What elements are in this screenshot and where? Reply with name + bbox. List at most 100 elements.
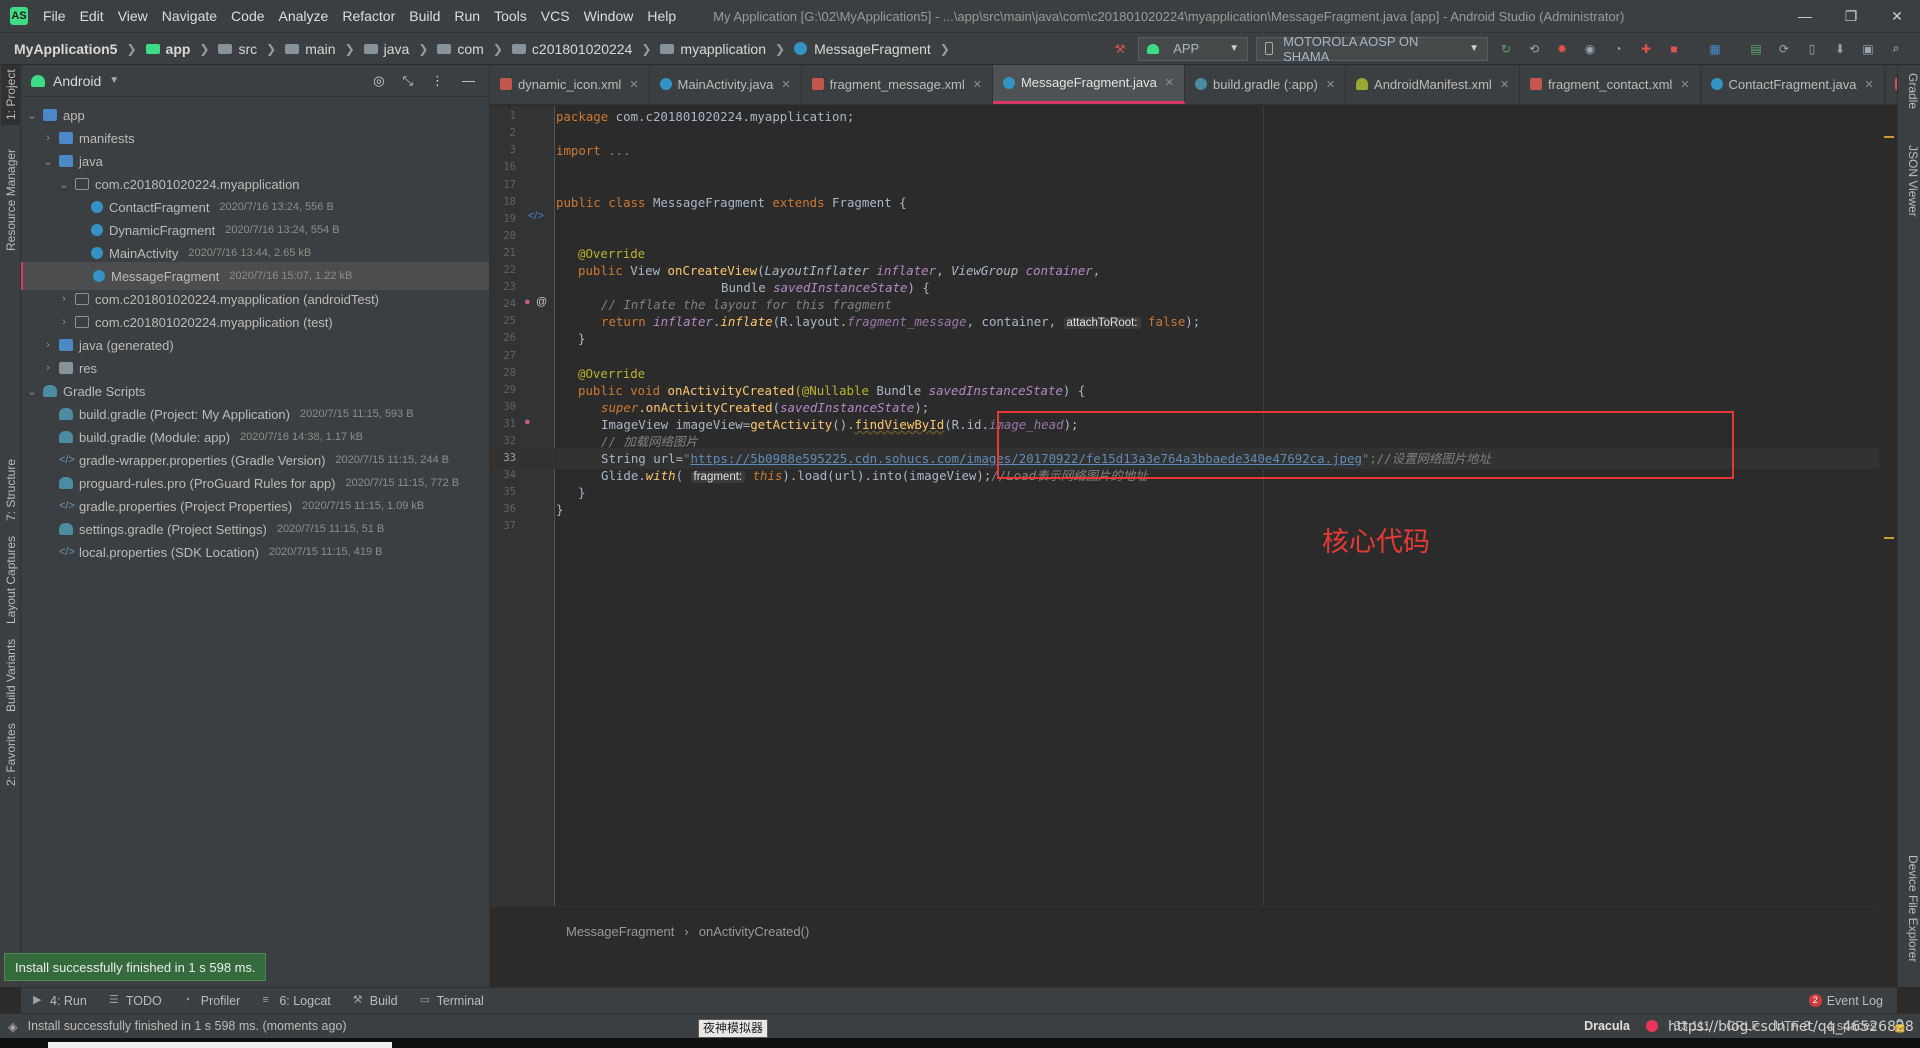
breadcrumb-item[interactable]: main ❯ <box>285 41 363 57</box>
menu-run[interactable]: Run <box>447 0 487 32</box>
layout-captures-tab[interactable]: Layout Captures <box>1 535 21 625</box>
more-options-icon[interactable]: ⋮ <box>431 73 444 89</box>
logcat-tool-button[interactable]: ≡ 6: Logcat <box>262 994 330 1008</box>
breadcrumb-item[interactable]: MyApplication5 ❯ <box>14 41 146 57</box>
profile-icon[interactable]: ◔ <box>1609 40 1627 58</box>
close-tab-icon[interactable]: ✕ <box>1500 78 1509 91</box>
sdk-manager-icon[interactable]: ⬇ <box>1831 40 1849 58</box>
override-marker-icon[interactable]: ● <box>524 416 531 428</box>
editor-scrollbar[interactable] <box>1879 106 1897 906</box>
taskbar-active-item[interactable] <box>48 1042 392 1048</box>
editor-tab[interactable]: MessageFragment.java ✕ <box>992 65 1186 104</box>
project-structure-icon[interactable]: ▦ <box>1706 40 1724 58</box>
menu-view[interactable]: View <box>111 0 155 32</box>
chevron-down-icon[interactable]: ⌄ <box>25 385 39 398</box>
resource-manager-tab[interactable]: Resource Manager <box>1 135 21 265</box>
hide-panel-icon[interactable]: — <box>462 73 475 89</box>
run-tool-button[interactable]: ▶ 4: Run <box>33 994 87 1008</box>
json-viewer-tab[interactable]: JSON Viewer <box>1900 145 1920 225</box>
chevron-down-icon[interactable]: ⌄ <box>57 178 71 191</box>
close-tab-icon[interactable]: ✕ <box>629 78 638 91</box>
project-tool-tab[interactable]: 1: Project <box>1 65 21 125</box>
device-select[interactable]: MOTOROLA AOSP ON SHAMA ▼ <box>1256 34 1488 64</box>
chevron-right-icon[interactable]: › <box>57 293 71 305</box>
warning-marker[interactable] <box>1884 537 1894 539</box>
stop-icon[interactable]: ■ <box>1665 40 1683 58</box>
chevron-down-icon[interactable]: ⌄ <box>25 109 39 122</box>
run-config-select[interactable]: APP ▼ <box>1138 36 1249 61</box>
apply-changes-icon[interactable]: ↻ <box>1497 40 1515 58</box>
status-message[interactable]: Install successfully finished in 1 s 598… <box>28 1019 347 1033</box>
event-log-button[interactable]: 2 Event Log <box>1808 994 1883 1008</box>
theme-label[interactable]: Dracula <box>1584 1019 1630 1033</box>
editor-tab[interactable]: ContactFragment.java ✕ <box>1701 65 1885 104</box>
sync-gradle-icon[interactable]: ⟳ <box>1775 40 1793 58</box>
menu-edit[interactable]: Edit <box>73 0 111 32</box>
avd-manager-icon[interactable]: ▯ <box>1803 40 1821 58</box>
folded-imports[interactable]: ... <box>601 143 630 158</box>
menu-build[interactable]: Build <box>402 0 447 32</box>
crumb-method[interactable]: onActivityCreated() <box>699 924 810 939</box>
menu-navigate[interactable]: Navigate <box>155 0 224 32</box>
menu-help[interactable]: Help <box>640 0 683 32</box>
menu-refactor[interactable]: Refactor <box>335 0 402 32</box>
editor-tab[interactable]: fragment_contact.xml ✕ <box>1520 65 1701 104</box>
menu-window[interactable]: Window <box>577 0 641 32</box>
minimize-button[interactable]: — <box>1782 0 1828 32</box>
close-tab-icon[interactable]: ✕ <box>781 78 790 91</box>
chevron-down-icon[interactable]: ▼ <box>109 75 119 86</box>
terminal-tool-button[interactable]: ▭ Terminal <box>420 994 484 1008</box>
warning-marker[interactable] <box>1884 136 1894 138</box>
breadcrumb-item[interactable]: myapplication ❯ <box>660 41 794 57</box>
crumb-class[interactable]: MessageFragment <box>566 924 674 939</box>
chevron-right-icon[interactable]: › <box>57 316 71 328</box>
editor-tab[interactable]: dynamic_icon.xml ✕ <box>490 65 650 104</box>
todo-tool-button[interactable]: ☰ TODO <box>109 994 162 1008</box>
breadcrumb-item[interactable]: com ❯ <box>437 41 512 57</box>
locate-icon[interactable]: ◎ <box>373 73 384 89</box>
editor-tab[interactable]: build.gradle (:app) ✕ <box>1185 65 1347 104</box>
menu-vcs[interactable]: VCS <box>534 0 577 32</box>
maximize-button[interactable]: ❐ <box>1828 0 1874 32</box>
close-tab-icon[interactable]: ✕ <box>1864 78 1873 91</box>
terminal-icon[interactable]: ▤ <box>1747 40 1765 58</box>
rerun-icon[interactable]: ⟲ <box>1525 40 1543 58</box>
tree-item[interactable]: </> local.properties (SDK Location) 2020/7… <box>21 538 489 566</box>
build-tool-button[interactable]: ⚒ Build <box>353 994 398 1008</box>
code-line-3[interactable]: import ... <box>556 140 1879 161</box>
hammer-icon[interactable]: ⚒ <box>1111 40 1129 58</box>
favorites-tab[interactable]: 2: Favorites <box>1 724 21 787</box>
chevron-right-icon[interactable]: › <box>41 339 55 351</box>
collapse-all-icon[interactable]: ⤡ <box>403 73 413 89</box>
editor-tab[interactable]: fragment_message.xml ✕ <box>802 65 993 104</box>
override-marker-icon[interactable]: ● <box>524 296 531 308</box>
breadcrumb-item[interactable]: app ❯ <box>145 41 219 57</box>
structure-tab[interactable]: 7: Structure <box>1 455 21 525</box>
chevron-right-icon[interactable]: › <box>41 132 55 144</box>
menu-code[interactable]: Code <box>224 0 271 32</box>
class-hierarchy-icon[interactable]: </> <box>528 210 544 222</box>
close-tab-icon[interactable]: ✕ <box>1680 78 1689 91</box>
debug-icon[interactable]: ✹ <box>1553 40 1571 58</box>
menu-file[interactable]: File <box>36 0 73 32</box>
project-view-mode[interactable]: Android <box>53 73 101 89</box>
close-tab-icon[interactable]: ✕ <box>1326 78 1335 91</box>
close-tab-icon[interactable]: ✕ <box>1165 76 1174 89</box>
menu-tools[interactable]: Tools <box>487 0 534 32</box>
search-icon[interactable]: ⌕ <box>1887 40 1905 58</box>
editor-tab[interactable]: AndroidManifest.xml ✕ <box>1346 65 1521 104</box>
close-tab-icon[interactable]: ✕ <box>973 78 982 91</box>
close-window-button[interactable]: ✕ <box>1874 0 1920 32</box>
profiler-tool-button[interactable]: ◔ Profiler <box>184 994 241 1008</box>
layout-inspector-icon[interactable]: ▣ <box>1859 40 1877 58</box>
breadcrumb-item[interactable]: MessageFragment ❯ <box>794 41 959 57</box>
attach-debugger-icon[interactable]: ✚ <box>1637 40 1655 58</box>
code-editor[interactable]: package com.c201801020224.myapplication;… <box>556 106 1879 906</box>
chevron-down-icon[interactable]: ⌄ <box>41 155 55 168</box>
device-file-explorer-tab[interactable]: Device File Explorer <box>1900 855 1920 985</box>
chevron-right-icon[interactable]: › <box>41 362 55 374</box>
breadcrumb-item[interactable]: c201801020224 ❯ <box>511 41 661 57</box>
menu-analyze[interactable]: Analyze <box>272 0 336 32</box>
at-annotation-icon[interactable]: @ <box>536 296 547 308</box>
gradle-tab[interactable]: Gradle <box>1900 73 1920 123</box>
